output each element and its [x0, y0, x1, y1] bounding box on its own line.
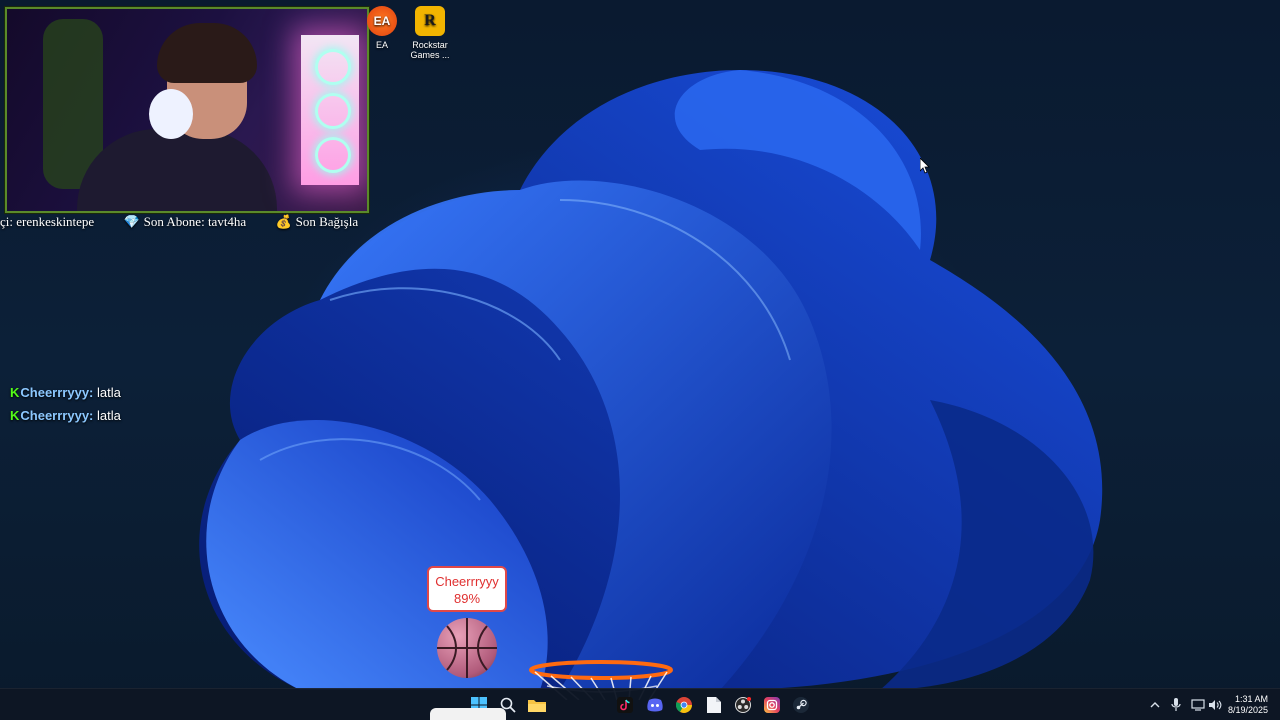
desktop-icon-label: Rockstar Games ... — [410, 40, 450, 60]
chat-text: latla — [97, 385, 121, 400]
ticker-last-donation: Son Bağışla — [295, 214, 359, 229]
kick-badge-icon: K — [10, 385, 20, 400]
fan-icon — [315, 137, 351, 173]
basketball-percent: 89% — [453, 591, 481, 606]
stream-ticker: çi: erenkeskintepe 💎 Son Abone: tavt4ha 💰… — [0, 214, 370, 234]
microphone-icon[interactable] — [1171, 689, 1181, 720]
network-icon[interactable] — [1191, 689, 1205, 720]
basketball-player-label: Cheerrryyy 89% — [427, 566, 507, 612]
basketball-player-name: Cheerrryyy — [435, 574, 499, 589]
chat-username: Cheerrryyy: — [20, 408, 94, 423]
desktop-icon-rockstar[interactable]: R Rockstar Games ... — [406, 6, 454, 60]
chat-text: latla — [97, 408, 121, 423]
desktop-icon-ea[interactable]: EA EA — [358, 6, 406, 50]
webcam-overlay — [5, 7, 369, 213]
volume-icon[interactable] — [1208, 689, 1222, 720]
taskbar-clock[interactable]: 1:31 AM 8/19/2025 — [1228, 694, 1268, 716]
stream-chat: KCheerrryyy: latla KCheerrryyy: latla — [10, 384, 121, 430]
ea-icon: EA — [367, 6, 397, 36]
streamer-hair — [157, 23, 257, 83]
clock-time: 1:31 AM — [1234, 694, 1268, 704]
document-icon[interactable] — [704, 695, 724, 715]
start-menu-peek — [430, 708, 506, 720]
headphone — [149, 89, 193, 139]
kick-badge-icon: K — [10, 408, 20, 423]
desktop-icon-label: EA — [375, 40, 388, 50]
chrome-icon[interactable] — [674, 695, 694, 715]
taskbar: 1:31 AM 8/19/2025 — [0, 688, 1280, 720]
rockstar-icon: R — [415, 6, 445, 36]
mouse-cursor-icon — [920, 158, 930, 174]
tray-overflow-icon[interactable] — [1150, 689, 1160, 720]
desktop: çi: erenkeskintepe 💎 Son Abone: tavt4ha 💰… — [0, 0, 1280, 720]
fan-icon — [315, 93, 351, 129]
pc-case — [301, 35, 359, 185]
clock-date: 8/19/2025 — [1227, 705, 1268, 715]
instagram-icon[interactable] — [762, 695, 782, 715]
gem-icon: 💎 — [123, 214, 140, 229]
discord-icon[interactable] — [645, 695, 665, 715]
money-bag-icon: 💰 — [275, 214, 292, 229]
basketball-icon — [437, 618, 497, 678]
steam-icon[interactable] — [791, 695, 811, 715]
chat-message: KCheerrryyy: latla — [10, 407, 121, 430]
ticker-top-viewer: çi: erenkeskintepe — [0, 214, 95, 229]
chat-username: Cheerrryyy: — [20, 385, 94, 400]
tiktok-icon[interactable] — [615, 695, 635, 715]
file-explorer-icon[interactable] — [527, 695, 547, 715]
streamer-body — [77, 129, 277, 211]
fan-icon — [315, 49, 351, 85]
obs-icon[interactable] — [733, 695, 753, 715]
chat-message: KCheerrryyy: latla — [10, 384, 121, 407]
ticker-last-sub: Son Abone: tavt4ha — [143, 214, 247, 229]
